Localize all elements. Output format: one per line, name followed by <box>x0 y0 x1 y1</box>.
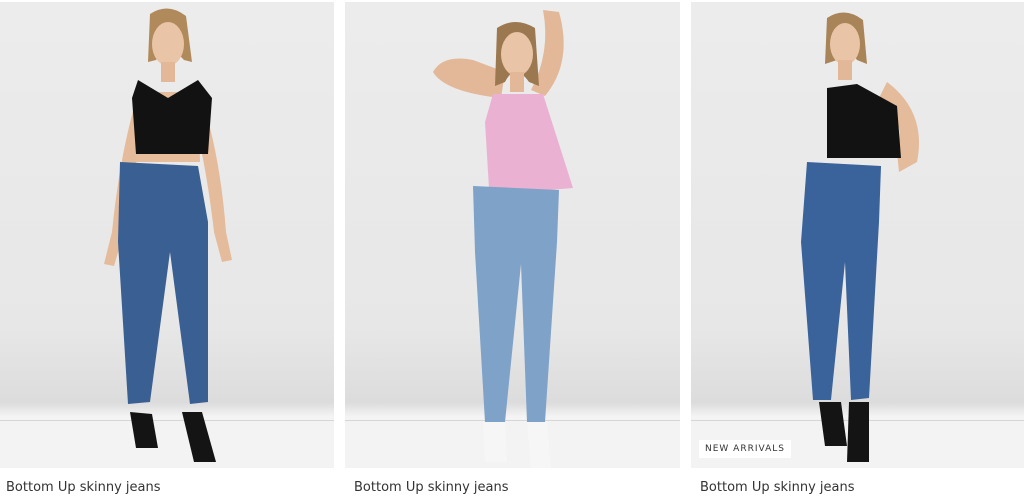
model-illustration <box>801 12 919 462</box>
new-arrivals-badge: NEW ARRIVALS <box>699 440 791 458</box>
product-title[interactable]: Bottom Up skinny jeans <box>6 480 161 495</box>
product-grid: Bottom Up skinny jeans Bottom Up skinny … <box>0 0 1024 500</box>
product-image[interactable] <box>345 2 680 468</box>
model-illustration <box>104 8 232 462</box>
product-image[interactable]: NEW ARRIVALS <box>691 2 1024 468</box>
product-title[interactable]: Bottom Up skinny jeans <box>354 480 509 495</box>
product-image[interactable] <box>0 2 334 468</box>
model-illustration <box>433 10 573 468</box>
product-title[interactable]: Bottom Up skinny jeans <box>700 480 855 495</box>
